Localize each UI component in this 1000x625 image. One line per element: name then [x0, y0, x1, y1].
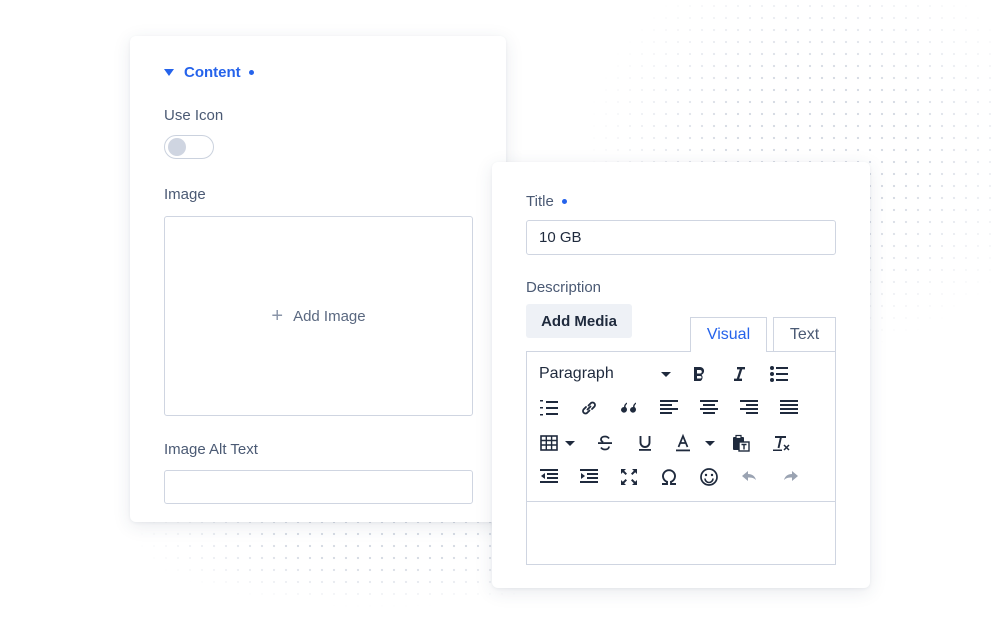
align-right-icon: [740, 400, 758, 414]
redo-icon: [784, 471, 798, 481]
editor-toolbar: Paragraph: [527, 352, 835, 502]
table-button[interactable]: [535, 429, 563, 457]
plus-icon: +: [271, 305, 284, 327]
text-color-dropdown-caret-icon[interactable]: [705, 441, 715, 446]
align-left-icon: [660, 400, 678, 414]
blockquote-button[interactable]: [615, 394, 643, 422]
image-label: Image: [164, 186, 206, 203]
outdent-icon: [540, 469, 558, 483]
align-right-button[interactable]: [735, 394, 763, 422]
italic-button[interactable]: [725, 360, 753, 388]
fullscreen-icon: [621, 469, 637, 485]
chevron-down-icon: [661, 371, 671, 377]
align-left-button[interactable]: [655, 394, 683, 422]
special-character-button[interactable]: [655, 463, 683, 491]
align-center-button[interactable]: [695, 394, 723, 422]
strikethrough-button[interactable]: [591, 429, 619, 457]
justify-button[interactable]: [775, 394, 803, 422]
rich-text-editor: Paragraph: [526, 351, 836, 565]
underline-icon: [639, 436, 651, 451]
table-dropdown-caret-icon[interactable]: [565, 441, 575, 446]
outdent-button[interactable]: [535, 463, 563, 491]
caret-down-icon: [164, 69, 174, 76]
clear-formatting-button[interactable]: [767, 429, 795, 457]
paragraph-format-select[interactable]: Paragraph: [535, 360, 675, 388]
bold-button[interactable]: [685, 360, 713, 388]
tab-visual[interactable]: Visual: [690, 317, 767, 352]
fullscreen-button[interactable]: [615, 463, 643, 491]
numbered-list-button[interactable]: [535, 394, 563, 422]
link-icon: [582, 401, 596, 415]
title-label: Title: [526, 193, 554, 210]
section-title: Content: [184, 64, 241, 81]
content-panel: Content Use Icon Image + Add Image Image…: [130, 36, 506, 522]
bullet-list-icon: [770, 366, 788, 382]
use-icon-label: Use Icon: [164, 107, 224, 124]
redo-button[interactable]: [777, 463, 805, 491]
add-image-dropzone[interactable]: + Add Image: [164, 216, 473, 416]
image-alt-text-input[interactable]: [164, 470, 473, 504]
undo-button[interactable]: [735, 463, 763, 491]
title-input[interactable]: [526, 220, 836, 255]
add-media-button[interactable]: Add Media: [526, 304, 632, 338]
quote-icon: [621, 402, 636, 413]
content-section-toggle[interactable]: Content: [164, 64, 254, 81]
strikethrough-icon: [598, 435, 612, 451]
tab-text[interactable]: Text: [773, 317, 836, 351]
editor-content-area[interactable]: [527, 501, 835, 565]
description-label: Description: [526, 279, 602, 296]
add-image-button[interactable]: + Add Image: [271, 306, 365, 326]
format-select-value: Paragraph: [539, 365, 614, 382]
indent-button[interactable]: [575, 463, 603, 491]
undo-icon: [742, 471, 756, 481]
paste-as-text-button[interactable]: [727, 429, 755, 457]
table-icon: [540, 435, 558, 451]
align-justify-icon: [780, 400, 798, 414]
text-color-button[interactable]: [669, 429, 697, 457]
smiley-icon: [700, 468, 718, 486]
required-dot-icon: [561, 199, 567, 204]
use-icon-toggle[interactable]: [164, 135, 214, 159]
indent-icon: [580, 469, 598, 483]
toggle-knob: [168, 138, 186, 156]
bold-icon: [694, 366, 705, 381]
emoji-button[interactable]: [695, 463, 723, 491]
title-label-row: Title: [526, 193, 567, 210]
numbered-list-icon: [540, 400, 558, 416]
required-dot-icon: [248, 70, 254, 75]
details-panel: Title Description Add Media Visual Text …: [492, 162, 870, 588]
text-color-icon: [676, 433, 690, 452]
omega-icon: [662, 469, 676, 485]
image-alt-text-label: Image Alt Text: [164, 441, 258, 458]
underline-button[interactable]: [631, 429, 659, 457]
italic-icon: [734, 367, 745, 381]
align-center-icon: [700, 400, 718, 414]
bullet-list-button[interactable]: [765, 360, 793, 388]
add-image-label: Add Image: [293, 307, 366, 325]
clear-formatting-icon: [773, 436, 790, 451]
paste-text-icon: [733, 434, 750, 452]
link-button[interactable]: [575, 394, 603, 422]
